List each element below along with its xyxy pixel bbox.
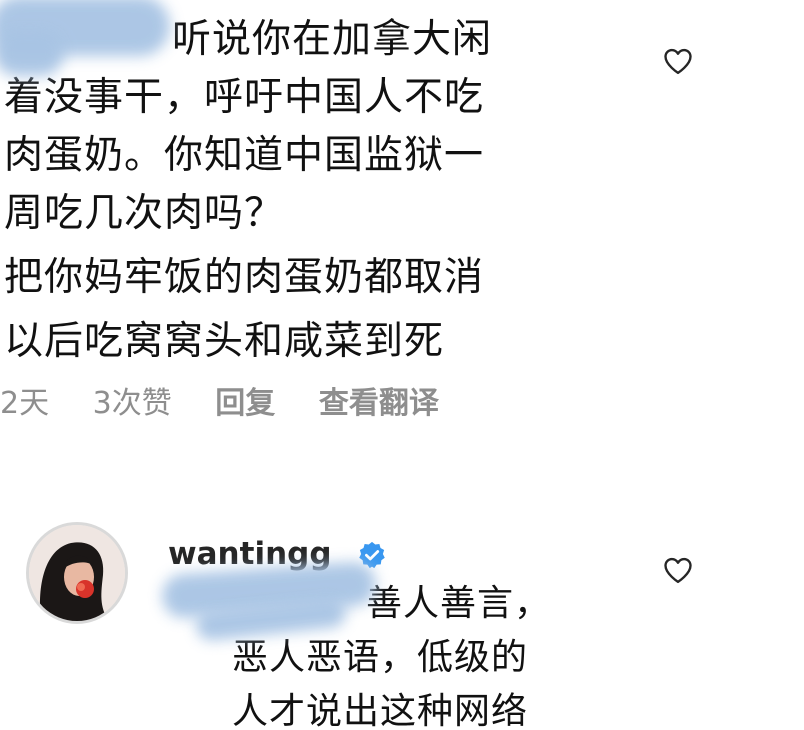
comment-2-line-1: 善人善言， xyxy=(366,583,552,624)
comment-2-line-3: 人才说出这种网络 xyxy=(232,691,529,730)
comment-1-line-2: 着没事干，呼吁中国人不吃 xyxy=(4,75,485,120)
comment-1-time: 2天 xyxy=(0,386,50,421)
comment-1-line-4: 周吃几次肉吗？ xyxy=(4,191,285,236)
comment-1-likes[interactable]: 3次赞 xyxy=(93,386,172,421)
comment-1-meta: 2天 3次赞 回复 查看翻译 xyxy=(0,384,473,424)
comment-1-line-6: 以后吃窝窝头和咸菜到死 xyxy=(4,319,445,364)
avatar[interactable] xyxy=(26,522,128,624)
see-translation-button[interactable]: 查看翻译 xyxy=(319,386,439,421)
comment-1-line-3: 肉蛋奶。你知道中国监狱一 xyxy=(4,133,485,178)
reply-button[interactable]: 回复 xyxy=(215,386,275,421)
heart-outline-icon[interactable] xyxy=(663,556,693,584)
comment-1-line-5: 把你妈牢饭的肉蛋奶都取消 xyxy=(4,255,485,300)
comments-screen: 听说你在加拿大闲 着没事干，呼吁中国人不吃 肉蛋奶。你知道中国监狱一 周吃几次肉… xyxy=(0,0,804,730)
comment-2-line-2: 恶人恶语，低级的 xyxy=(232,637,529,678)
redacted-avatar-1 xyxy=(0,30,64,76)
heart-outline-icon[interactable] xyxy=(663,47,693,75)
comment-1-line-1: 听说你在加拿大闲 xyxy=(172,17,493,62)
